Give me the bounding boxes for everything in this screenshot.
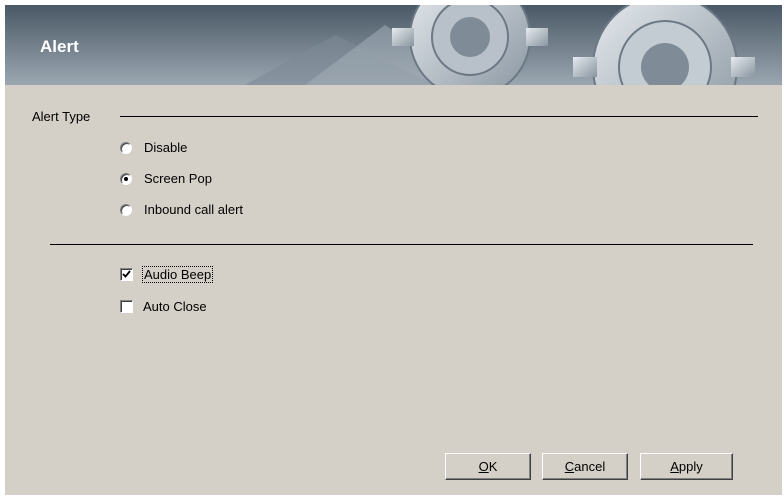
header-banner: Alert <box>5 5 782 85</box>
alert-type-label: Alert Type <box>32 109 91 124</box>
ok-mnemonic: O <box>478 459 489 474</box>
apply-label-rest: pply <box>678 459 703 474</box>
alert-type-divider <box>120 116 758 117</box>
dialog-title: Alert <box>40 37 79 56</box>
apply-mnemonic: A <box>670 459 679 474</box>
checkbox-box[interactable] <box>120 268 133 281</box>
cancel-button[interactable]: Cancel <box>542 453 628 480</box>
alert-dialog: Alert Alert Type Disable Screen Pop Inbo… <box>5 5 782 495</box>
radio-dot-icon <box>124 176 128 181</box>
radio-button[interactable] <box>120 141 132 154</box>
radio-label-inbound-call-alert: Inbound call alert <box>144 202 244 217</box>
ok-label-rest: K <box>488 459 498 474</box>
radio-inbound-call-alert[interactable]: Inbound call alert <box>120 202 243 217</box>
checkmark-icon <box>122 270 131 278</box>
cancel-label-rest: ancel <box>574 459 606 474</box>
radio-disable[interactable]: Disable <box>120 140 187 155</box>
radio-button[interactable] <box>120 203 132 216</box>
section-divider <box>50 244 753 245</box>
radio-screen-pop[interactable]: Screen Pop <box>120 171 212 186</box>
cancel-mnemonic: C <box>564 459 575 474</box>
checkbox-audio-beep[interactable]: Audio Beep <box>120 266 214 283</box>
gears-graphic <box>245 5 755 85</box>
checkbox-box[interactable] <box>120 300 133 313</box>
apply-button[interactable]: Apply <box>640 453 733 480</box>
radio-label-disable: Disable <box>144 140 188 155</box>
checkbox-label-auto-close: Auto Close <box>143 299 207 314</box>
ok-button[interactable]: OK <box>445 453 531 480</box>
checkbox-label-audio-beep: Audio Beep <box>141 266 214 283</box>
radio-label-screen-pop: Screen Pop <box>144 171 212 186</box>
checkbox-auto-close[interactable]: Auto Close <box>120 299 207 314</box>
radio-button-selected[interactable] <box>120 172 132 185</box>
